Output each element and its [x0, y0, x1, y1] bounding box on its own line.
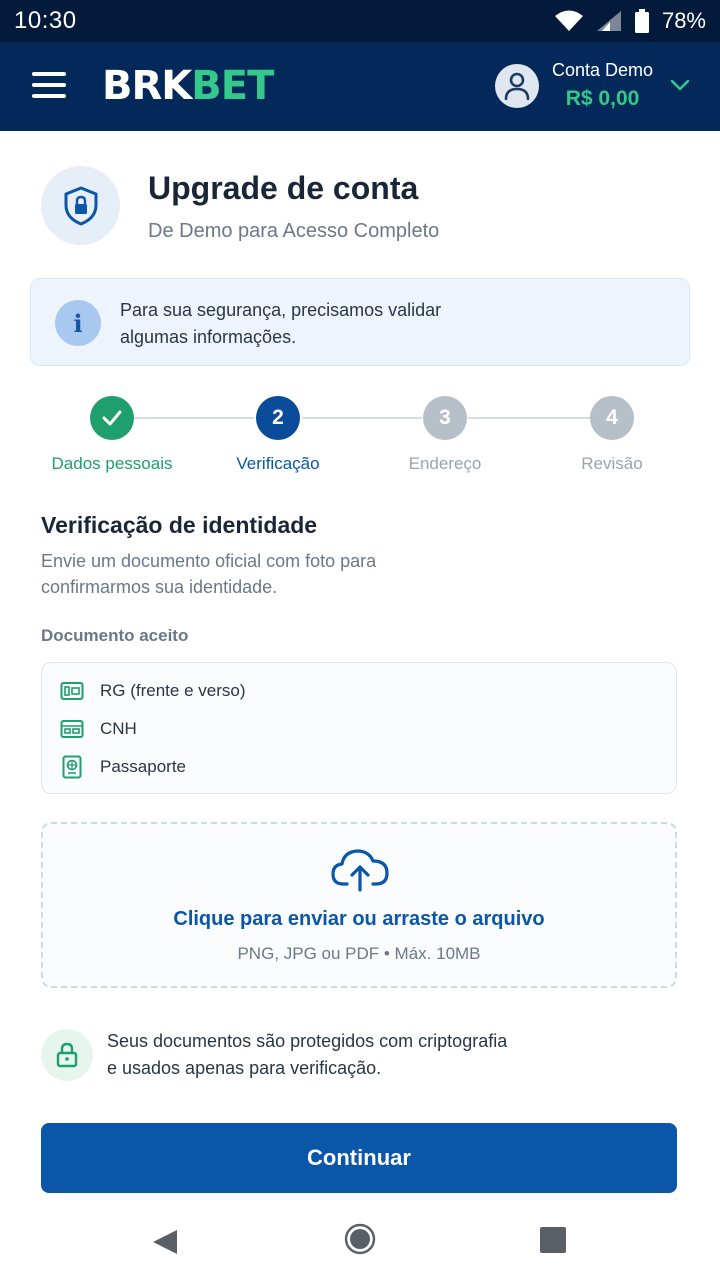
step-3-label: Endereço: [408, 454, 482, 473]
step-connector: [468, 417, 590, 419]
accepted-documents-heading: Documento aceito: [41, 626, 189, 645]
step-4-label: Revisão: [581, 454, 643, 473]
step-3-circle: 3: [423, 396, 467, 440]
battery-icon: [634, 9, 649, 33]
security-text: Seus documentos são protegidos com cript…: [107, 1028, 567, 1082]
status-bar: 10:30 78%: [0, 0, 720, 42]
list-item: Passaporte: [60, 754, 186, 780]
status-icons: 78%: [554, 8, 706, 34]
info-banner: i Para sua segurança, precisamos validar…: [30, 278, 690, 366]
info-line: algumas informações.: [120, 327, 297, 347]
logo-text-brk: BRK: [102, 63, 192, 109]
document-label: RG (frente e verso): [100, 681, 246, 700]
wifi-icon: [554, 10, 583, 31]
brand-logo[interactable]: BRKBET: [102, 63, 274, 109]
account-balance: R$ 0,00: [565, 87, 640, 110]
step-1-label[interactable]: Dados pessoais: [27, 454, 197, 474]
recent-apps-icon[interactable]: [540, 1227, 566, 1253]
back-icon[interactable]: [151, 1228, 179, 1256]
shield-lock-icon: [64, 186, 97, 225]
user-icon: [504, 72, 530, 100]
battery-percent: 78%: [661, 8, 706, 33]
signal-icon: [596, 11, 621, 31]
lock-badge: [41, 1029, 93, 1081]
passport-icon: [62, 755, 82, 779]
account-name: Conta Demo: [552, 60, 654, 80]
page-header: Upgrade de conta De Demo para Acesso Com…: [41, 166, 681, 246]
security-line: e usados apenas para verificação.: [107, 1058, 382, 1078]
security-note: Seus documentos são protegidos com cript…: [41, 1028, 677, 1084]
description-line: confirmarmos sua identidade.: [41, 577, 278, 597]
id-card-icon: [60, 682, 84, 700]
status-time: 10:30: [14, 7, 77, 34]
page-title: Upgrade de conta: [148, 170, 419, 206]
check-icon: [102, 410, 122, 426]
account-switcher[interactable]: Conta Demo R$ 0,00: [552, 60, 653, 111]
step-connector: [134, 417, 254, 419]
page-subtitle: De Demo para Acesso Completo: [148, 220, 440, 242]
home-icon[interactable]: [344, 1223, 376, 1255]
section-title: Verificação de identidade: [41, 512, 318, 538]
upload-hint: PNG, JPG ou PDF • Máx. 10MB: [237, 944, 481, 963]
info-text: Para sua segurança, precisamos validar a…: [120, 297, 500, 351]
list-item: RG (frente e verso): [60, 678, 246, 704]
list-item: CNH: [60, 716, 137, 742]
logo-text-bet: BET: [191, 63, 274, 109]
driver-license-icon: [60, 720, 84, 738]
step-1-circle[interactable]: [90, 396, 134, 440]
document-label: CNH: [100, 719, 137, 738]
step-4-circle: 4: [590, 396, 634, 440]
document-label: Passaporte: [100, 757, 186, 776]
file-upload-dropzone[interactable]: Clique para enviar ou arraste o arquivo …: [41, 822, 677, 988]
info-icon: i: [55, 300, 101, 346]
security-line: Seus documentos são protegidos com cript…: [107, 1031, 508, 1051]
lock-icon: [56, 1042, 78, 1068]
description-line: Envie um documento oficial com foto para: [41, 551, 377, 571]
continue-button[interactable]: Continuar: [41, 1123, 677, 1193]
chevron-down-icon[interactable]: [670, 78, 690, 92]
app-header: BRKBET Conta Demo R$ 0,00: [0, 42, 720, 131]
system-navigation-bar: [0, 1200, 720, 1280]
cloud-upload-icon: [331, 849, 389, 892]
progress-stepper: 2 3 4 Dados pessoais Verificação Endereç…: [0, 396, 720, 476]
menu-icon[interactable]: [32, 72, 66, 98]
avatar[interactable]: [495, 64, 539, 108]
upload-title[interactable]: Clique para enviar ou arraste o arquivo: [43, 908, 675, 931]
step-connector: [302, 417, 422, 419]
step-2-circle[interactable]: 2: [256, 396, 300, 440]
step-2-label[interactable]: Verificação: [193, 454, 363, 474]
section-description: Envie um documento oficial com foto para…: [41, 548, 461, 600]
info-line: Para sua segurança, precisamos validar: [120, 300, 442, 320]
accepted-documents-list: RG (frente e verso) CNH Passaporte: [41, 662, 677, 794]
shield-badge: [41, 166, 120, 245]
